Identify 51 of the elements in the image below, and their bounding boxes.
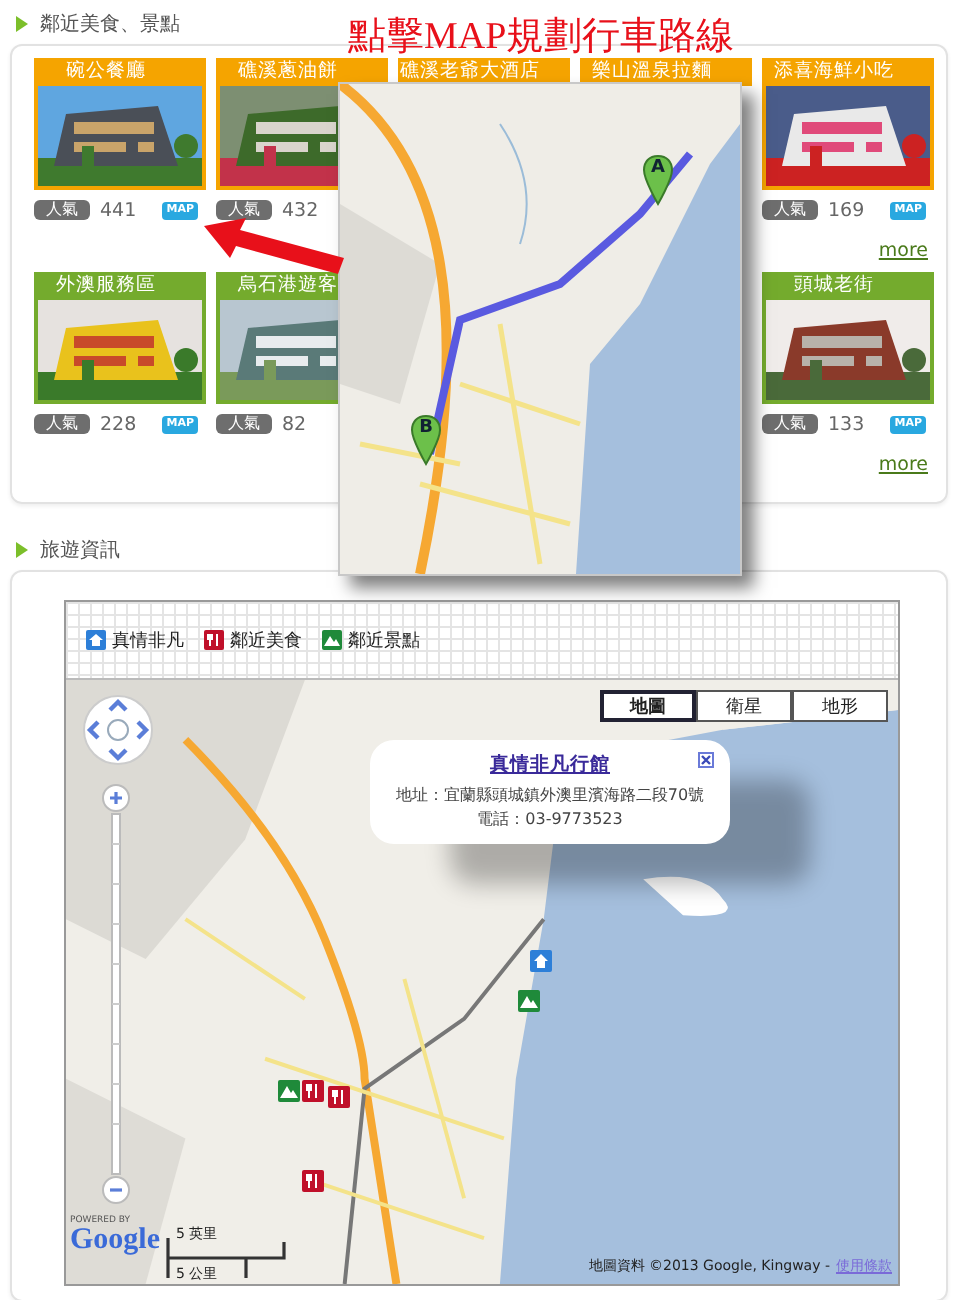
popularity-label: 人氣: [762, 414, 818, 434]
section-title: 旅遊資訊: [40, 537, 120, 564]
mountain-icon: [322, 630, 342, 650]
map-type-tab[interactable]: 衛星: [696, 690, 792, 722]
phone-text: 電話：03-9773523: [475, 808, 625, 832]
pointer-arrow: [202, 218, 346, 278]
fork-knife-marker-icon[interactable]: [302, 1170, 324, 1192]
popularity-label: 人氣: [762, 200, 818, 220]
legend-label[interactable]: 鄰近美食: [230, 627, 302, 653]
bullet-icon: [16, 16, 28, 32]
popularity-count: 169: [828, 199, 865, 221]
fork-knife-marker-icon[interactable]: [328, 1086, 350, 1108]
map-type-tab[interactable]: 地圖: [600, 690, 696, 722]
google-logo: Google: [70, 1226, 160, 1256]
popularity-count: 228: [100, 413, 137, 435]
scale-bar-icon: [166, 1238, 286, 1278]
pan-control-icon[interactable]: [82, 694, 154, 766]
map-pin-icon: [410, 414, 442, 466]
popularity-count: 432: [282, 199, 319, 221]
legend-label[interactable]: 真情非凡: [112, 627, 184, 653]
popularity-count: 82: [282, 413, 307, 435]
popularity-count: 133: [828, 413, 865, 435]
map-pin-icon: [642, 154, 674, 206]
address-text: 地址：宜蘭縣頭城鎮外澳里濱海路二段70號: [393, 784, 707, 808]
place-title[interactable]: 碗公餐廳: [34, 58, 206, 86]
bullet-icon: [16, 542, 28, 558]
marker-letter: B: [417, 418, 435, 438]
marker-letter: A: [649, 158, 667, 178]
mountain-marker-icon[interactable]: [518, 990, 540, 1012]
place-title[interactable]: 外澳服務區: [34, 272, 206, 300]
place-title[interactable]: 頭城老街: [762, 272, 934, 300]
popularity-count: 441: [100, 199, 137, 221]
place-link[interactable]: 真情非凡行館: [378, 752, 722, 778]
popularity-label: 人氣: [34, 200, 90, 220]
popularity-label: 人氣: [34, 414, 90, 434]
more-link[interactable]: more: [878, 453, 928, 475]
section-title: 鄰近美食、景點: [40, 11, 180, 38]
fork-knife-marker-icon[interactable]: [302, 1080, 324, 1102]
fork-knife-icon: [204, 630, 224, 650]
map-type-tab[interactable]: 地形: [792, 690, 888, 722]
popularity-label: 人氣: [216, 200, 272, 220]
more-link[interactable]: more: [878, 239, 928, 261]
route-hint-title: 點擊MAP規劃行車路線: [348, 14, 735, 60]
popularity-label: 人氣: [216, 414, 272, 434]
place-title[interactable]: 礁溪蔥油餅: [216, 58, 388, 86]
house-icon: [86, 630, 106, 650]
place-title[interactable]: 添喜海鮮小吃: [762, 58, 934, 86]
mountain-marker-icon[interactable]: [278, 1080, 300, 1102]
close-icon[interactable]: [698, 752, 714, 768]
legend-label[interactable]: 鄰近景點: [348, 627, 420, 653]
house-marker-icon[interactable]: [530, 950, 552, 972]
